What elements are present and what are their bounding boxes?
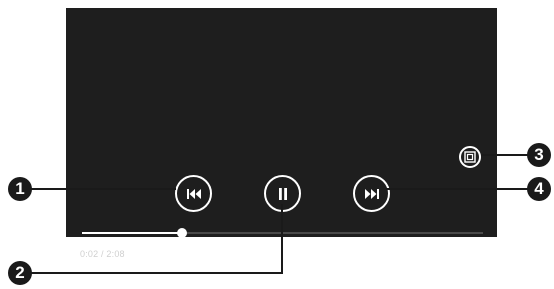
pause-icon — [278, 187, 287, 200]
progress-thumb[interactable] — [177, 228, 188, 238]
previous-track-icon — [186, 188, 201, 199]
callout-4-badge: 4 — [527, 177, 551, 201]
page: 0:02 / 2:08 1 2 3 4 — [0, 0, 554, 289]
progress-fill — [82, 232, 183, 234]
next-button[interactable] — [353, 175, 390, 212]
next-track-icon — [364, 188, 379, 199]
callout-2-badge: 2 — [8, 261, 32, 285]
callout-1-badge: 1 — [8, 177, 32, 201]
callout-3-badge: 3 — [527, 143, 551, 167]
callout-4-line — [386, 188, 536, 190]
previous-button[interactable] — [175, 175, 212, 212]
time-label: 0:02 / 2:08 — [80, 249, 125, 259]
screen-fit-icon — [464, 151, 476, 163]
screen-fit-button[interactable] — [459, 146, 481, 168]
callout-1-line — [26, 188, 176, 190]
callout-2-line-h — [24, 272, 283, 274]
video-player[interactable]: 0:02 / 2:08 — [66, 8, 497, 259]
callout-2-line — [281, 204, 283, 274]
